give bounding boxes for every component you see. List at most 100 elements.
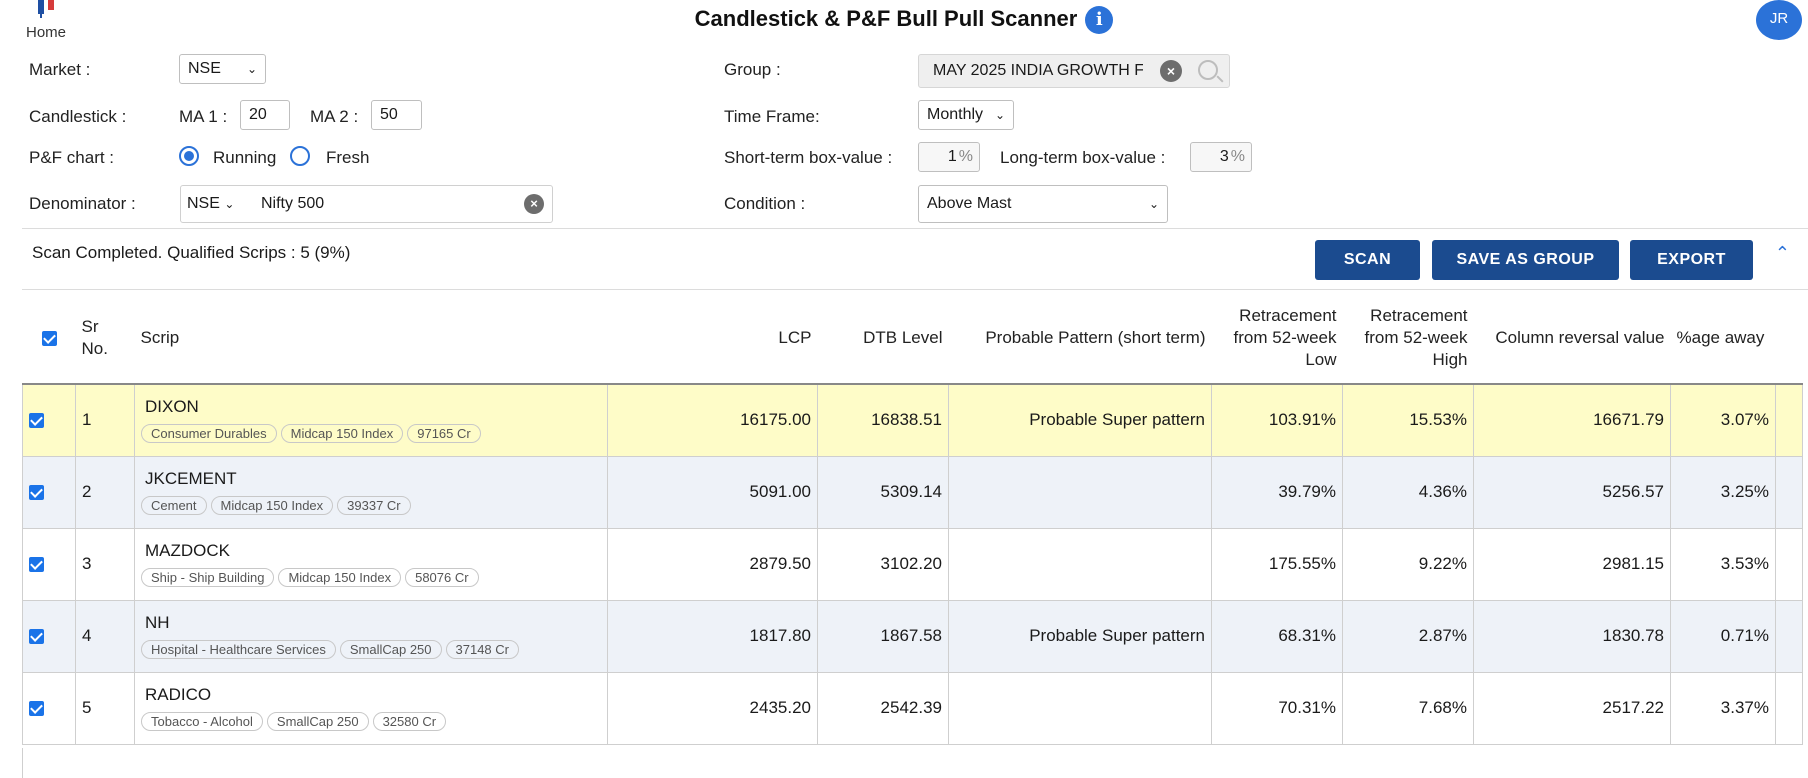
scrip-cell[interactable]: NH Hospital - Healthcare Services SmallCap… [134,599,608,673]
chevron-down-icon: ⌄ [994,108,1005,122]
market-select[interactable]: NSE ⌄ [179,54,266,84]
denominator-market-select[interactable]: NSE ⌄ [187,186,234,222]
search-icon[interactable] [1198,60,1218,80]
sector-tag: Tobacco - Alcohol [141,712,263,731]
col-header-sr: Sr No. [75,292,135,385]
ret-high-cell: 4.36% [1342,455,1474,529]
scan-status-bar: Scan Completed. Qualified Scrips : 5 (9%… [22,228,1808,290]
sr-cell: 5 [75,671,135,745]
table-row[interactable]: 4 NH Hospital - Healthcare Services SmallCa… [22,599,1803,673]
scrip-name[interactable]: MAZDOCK [141,541,601,561]
spacer-cell [1775,455,1803,529]
table-row[interactable]: 2 JKCEMENT Cement Midcap 150 Index 39337 Cr 5… [22,455,1803,529]
mcap-tag: 32580 Cr [372,712,447,731]
page-title-text: Candlestick & P&F Bull Pull Scanner [694,6,1078,31]
table-row[interactable]: 5 RADICO Tobacco - Alcohol SmallCap 250 3258… [22,671,1803,745]
col-header-dtb[interactable]: DTB Level [817,292,949,385]
percent-sign: % [958,148,973,165]
chevron-down-icon: ⌄ [246,62,257,76]
save-as-group-button[interactable]: SAVE AS GROUP [1432,240,1619,280]
sr-cell: 3 [75,527,135,601]
select-all-header[interactable] [22,292,76,385]
short-box-input[interactable]: 1% [918,142,980,172]
candlestick-label: Candlestick : [29,107,127,126]
row-checkbox[interactable] [29,413,44,429]
timeframe-select[interactable]: Monthly ⌄ [918,100,1014,130]
col-header-ret-high[interactable]: Retracement from 52-week High [1342,292,1474,385]
pattern-cell: Probable Super pattern [948,383,1212,457]
mcap-tag: 58076 Cr [405,568,479,587]
ret-high-cell: 7.68% [1342,671,1474,745]
row-checkbox[interactable] [29,629,44,645]
short-box-value: 1 [947,148,957,165]
running-radio[interactable] [179,146,199,166]
long-box-value: 3 [1219,148,1229,165]
col-header-ret-low[interactable]: Retracement from 52-week Low [1211,292,1343,385]
index-tag: Midcap 150 Index [280,424,404,444]
denominator-label: Denominator : [29,194,136,213]
scrip-cell[interactable]: RADICO Tobacco - Alcohol SmallCap 250 32580… [134,671,608,745]
row-checkbox-cell[interactable] [22,599,76,673]
clear-denominator-icon[interactable]: × [524,194,544,214]
table-edge [22,748,23,778]
spacer-cell [1775,599,1803,673]
export-button[interactable]: EXPORT [1630,240,1753,280]
ma1-input[interactable]: 20 [240,100,290,130]
ret-low-cell: 39.79% [1211,455,1343,529]
pnf-label: P&F chart : [29,148,115,167]
away-cell: 3.53% [1670,527,1776,601]
table-row[interactable]: 3 MAZDOCK Ship - Ship Building Midcap 150 I… [22,527,1803,601]
col-header-scrip[interactable]: Scrip [134,292,608,385]
row-checkbox-cell[interactable] [22,383,76,457]
table-row[interactable]: 1 DIXON Consumer Durables Midcap 150 Index 9… [22,383,1803,457]
running-label: Running [213,148,277,167]
spacer-cell [1775,527,1803,601]
pattern-cell: Probable Super pattern [948,599,1212,673]
mcap-tag: 39337 Cr [337,496,411,515]
info-icon[interactable]: i [1085,6,1114,35]
col-header-lcp[interactable]: LCP [607,292,818,385]
away-cell: 3.25% [1670,455,1776,529]
ret-high-cell: 9.22% [1342,527,1474,601]
lcp-cell: 16175.00 [607,383,818,457]
index-tag: Midcap 150 Index [210,496,334,515]
chevron-up-icon[interactable]: ⌃ [1775,243,1790,264]
row-checkbox[interactable] [29,485,44,501]
row-checkbox-cell[interactable] [22,455,76,529]
denominator-field[interactable]: NSE ⌄ Nifty 500 × [180,185,553,223]
scrip-cell[interactable]: DIXON Consumer Durables Midcap 150 Index 97… [134,383,608,457]
col-header-pattern[interactable]: Probable Pattern (short term) [948,292,1212,385]
condition-select-value: Above Mast [927,195,1012,212]
scrip-name[interactable]: DIXON [141,397,601,417]
clear-group-icon[interactable]: × [1160,60,1182,82]
away-cell: 3.07% [1670,383,1776,457]
ma2-input[interactable]: 50 [371,100,422,130]
index-tag: Midcap 150 Index [278,568,402,587]
col-header-col-rev[interactable]: Column reversal value [1473,292,1671,385]
long-box-input[interactable]: 3% [1190,142,1252,172]
row-checkbox[interactable] [29,557,44,573]
sector-tag: Cement [141,496,207,515]
scrip-name[interactable]: RADICO [141,685,601,705]
avatar[interactable]: JR [1756,0,1802,40]
fresh-radio[interactable] [290,146,310,166]
chevron-down-icon: ⌄ [1148,197,1159,211]
scrip-cell[interactable]: MAZDOCK Ship - Ship Building Midcap 150 In… [134,527,608,601]
col-header-away[interactable]: %age away [1670,292,1776,385]
condition-select[interactable]: Above Mast ⌄ [918,185,1168,223]
denominator-index: Nifty 500 [261,195,325,212]
scan-button[interactable]: SCAN [1315,240,1420,280]
long-box-label: Long-term box-value : [1000,148,1166,167]
row-checkbox-cell[interactable] [22,527,76,601]
scrip-cell[interactable]: JKCEMENT Cement Midcap 150 Index 39337 Cr [134,455,608,529]
sr-cell: 1 [75,383,135,457]
pattern-cell [948,671,1212,745]
group-field[interactable]: MAY 2025 INDIA GROWTH F × [918,54,1230,88]
select-all-checkbox[interactable] [41,330,57,346]
dtb-cell: 2542.39 [817,671,949,745]
sr-cell: 4 [75,599,135,673]
scrip-name[interactable]: NH [141,613,601,633]
row-checkbox-cell[interactable] [22,671,76,745]
row-checkbox[interactable] [29,701,44,717]
scrip-name[interactable]: JKCEMENT [141,469,601,489]
